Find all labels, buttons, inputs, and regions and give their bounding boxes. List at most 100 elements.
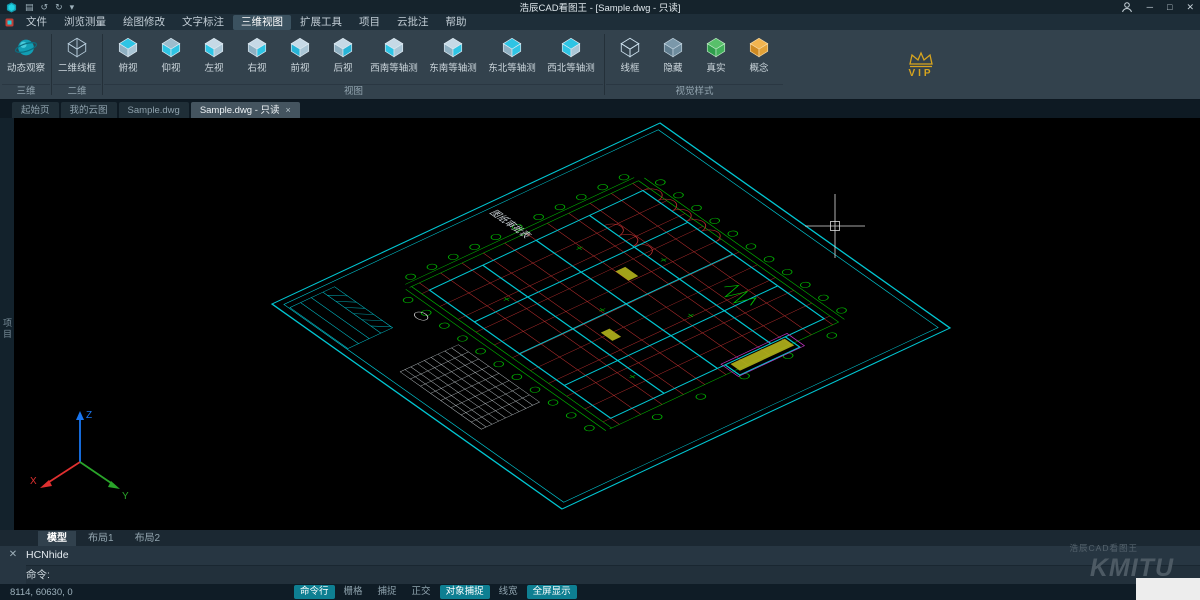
app-logo-icon xyxy=(6,2,17,13)
command-close-icon[interactable]: ✕ xyxy=(0,546,26,584)
ne-isometric-icon xyxy=(500,36,524,59)
front-view-icon xyxy=(288,36,312,59)
tab-my-cloud[interactable]: 我的云图 xyxy=(61,102,117,118)
toggle-command-line[interactable]: 命令行 xyxy=(294,585,335,599)
minimize-button[interactable]: ─ xyxy=(1147,0,1153,14)
menu-item-text-annotate[interactable]: 文字标注 xyxy=(174,15,232,30)
left-view-button[interactable]: 左视 xyxy=(193,34,235,76)
drawing-sheet: 图纸审批表 xyxy=(272,123,950,509)
maximize-button[interactable]: □ xyxy=(1167,0,1172,14)
toggle-lineweight[interactable]: 线宽 xyxy=(493,585,524,599)
project-panel-tab[interactable]: 项目 xyxy=(0,118,14,530)
toggle-grid[interactable]: 栅格 xyxy=(338,585,369,599)
legend-block xyxy=(290,287,393,349)
se-isometric-icon xyxy=(441,36,465,59)
command-history: HCNhide xyxy=(26,546,1200,565)
crown-icon xyxy=(906,51,936,68)
realistic-style-icon xyxy=(704,36,728,59)
redo-icon[interactable]: ↻ xyxy=(55,0,63,14)
wireframe-2d-icon xyxy=(65,36,89,59)
close-button[interactable]: ✕ xyxy=(1186,0,1194,14)
toggle-ortho[interactable]: 正交 xyxy=(406,585,437,599)
dropdown-icon[interactable]: ▾ xyxy=(70,0,75,14)
menu-item-cloud-annotation[interactable]: 云批注 xyxy=(389,15,437,30)
menu-item-project[interactable]: 项目 xyxy=(351,15,388,30)
wireframe-style-icon xyxy=(618,36,642,59)
tab-layout1[interactable]: 布局1 xyxy=(79,531,123,546)
status-bar: 8114, 60630, 0 命令行 栅格 捕捉 正交 对象捕捉 线宽 全屏显示 xyxy=(0,584,1200,600)
crosshair-cursor xyxy=(805,194,865,258)
ribbon-group-3d: 动态观察 三维 xyxy=(2,30,50,99)
document-tab-bar: 起始页 我的云图 Sample.dwg Sample.dwg - 只读 × xyxy=(0,100,1200,118)
balloon xyxy=(412,310,431,321)
ribbon-toolbar: 动态观察 三维 二维线框 二维 xyxy=(0,30,1200,100)
front-view-button[interactable]: 前视 xyxy=(279,34,321,76)
se-isometric-button[interactable]: 东南等轴测 xyxy=(424,34,482,76)
menu-icon[interactable]: ▤ xyxy=(25,0,34,14)
vip-button[interactable]: VIP xyxy=(906,30,936,99)
left-view-icon xyxy=(202,36,226,59)
ne-isometric-button[interactable]: 东北等轴测 xyxy=(483,34,541,76)
command-panel: ✕ HCNhide 命令: xyxy=(0,546,1200,584)
wireframe-2d-label: 二维线框 xyxy=(58,60,96,74)
axis-x-label: X xyxy=(30,476,37,487)
watermark-box xyxy=(1136,578,1200,600)
tab-sample-dwg[interactable]: Sample.dwg xyxy=(119,102,189,118)
group-label-2d: 二维 xyxy=(53,84,101,99)
back-view-icon xyxy=(331,36,355,59)
menu-item-3d-view[interactable]: 三维视图 xyxy=(233,15,291,30)
sw-isometric-icon xyxy=(382,36,406,59)
menu-item-extension-tools[interactable]: 扩展工具 xyxy=(292,15,350,30)
menu-item-draw-modify[interactable]: 绘图修改 xyxy=(115,15,173,30)
top-view-icon xyxy=(116,36,140,59)
command-input[interactable]: 命令: xyxy=(26,565,1200,584)
user-account-icon[interactable] xyxy=(1121,1,1133,13)
right-view-icon xyxy=(245,36,269,59)
ribbon-separator xyxy=(604,34,605,95)
menu-item-file[interactable]: 文件 xyxy=(18,15,55,30)
hidden-style-icon xyxy=(661,36,685,59)
menu-item-browse-measure[interactable]: 浏览测量 xyxy=(56,15,114,30)
ribbon-separator xyxy=(102,34,103,95)
titlebar: ▤ ↺ ↻ ▾ 浩辰CAD看图王 - [Sample.dwg - 只读] ─ □… xyxy=(0,0,1200,14)
drawing-canvas[interactable]: 图纸审批表 Z X Y xyxy=(14,118,1200,530)
orbit-label: 动态观察 xyxy=(7,60,45,74)
right-view-button[interactable]: 右视 xyxy=(236,34,278,76)
window-title: 浩辰CAD看图王 - [Sample.dwg - 只读] xyxy=(0,0,1200,14)
wireframe-2d-button[interactable]: 二维线框 xyxy=(56,34,98,76)
undo-icon[interactable]: ↺ xyxy=(41,0,49,14)
top-view-button[interactable]: 俯视 xyxy=(107,34,149,76)
group-label-visual-styles: 视觉样式 xyxy=(606,84,783,99)
toggle-fullscreen[interactable]: 全屏显示 xyxy=(527,585,577,599)
axis-y-label: Y xyxy=(122,491,129,502)
cursor-coordinates: 8114, 60630, 0 xyxy=(10,587,130,598)
dimension-lines xyxy=(401,175,844,431)
nw-isometric-button[interactable]: 西北等轴测 xyxy=(542,34,600,76)
realistic-style-button[interactable]: 真实 xyxy=(695,34,737,76)
ribbon-group-visual-styles: 线框 隐藏 真实 概念 xyxy=(606,30,783,99)
tab-model[interactable]: 模型 xyxy=(38,531,76,546)
orbit-button[interactable]: 动态观察 xyxy=(5,34,47,76)
ribbon-separator xyxy=(51,34,52,95)
tab-sample-dwg-readonly[interactable]: Sample.dwg - 只读 × xyxy=(191,102,300,118)
tab-close-icon[interactable]: × xyxy=(286,103,291,118)
menu-item-help[interactable]: 帮助 xyxy=(438,15,475,30)
schedule-table xyxy=(400,345,539,430)
group-label-3d: 三维 xyxy=(2,84,50,99)
toggle-object-snap[interactable]: 对象捕捉 xyxy=(440,585,490,599)
bottom-view-button[interactable]: 仰视 xyxy=(150,34,192,76)
orbit-icon xyxy=(14,36,38,59)
ribbon-group-views: 俯视 仰视 左视 右视 xyxy=(104,30,603,99)
sw-isometric-button[interactable]: 西南等轴测 xyxy=(365,34,423,76)
wireframe-style-button[interactable]: 线框 xyxy=(609,34,651,76)
back-view-button[interactable]: 后视 xyxy=(322,34,364,76)
conceptual-style-button[interactable]: 概念 xyxy=(738,34,780,76)
tab-start-page[interactable]: 起始页 xyxy=(12,102,59,118)
axis-triad: Z X Y xyxy=(30,410,129,502)
tab-layout2[interactable]: 布局2 xyxy=(126,531,170,546)
layout-tab-bar: 模型 布局1 布局2 xyxy=(0,530,1200,546)
toggle-snap[interactable]: 捕捉 xyxy=(372,585,403,599)
cad-drawing: 图纸审批表 Z X Y xyxy=(14,118,1200,530)
watermark-text: 浩辰CAD看图王 xyxy=(1070,542,1138,554)
hidden-style-button[interactable]: 隐藏 xyxy=(652,34,694,76)
